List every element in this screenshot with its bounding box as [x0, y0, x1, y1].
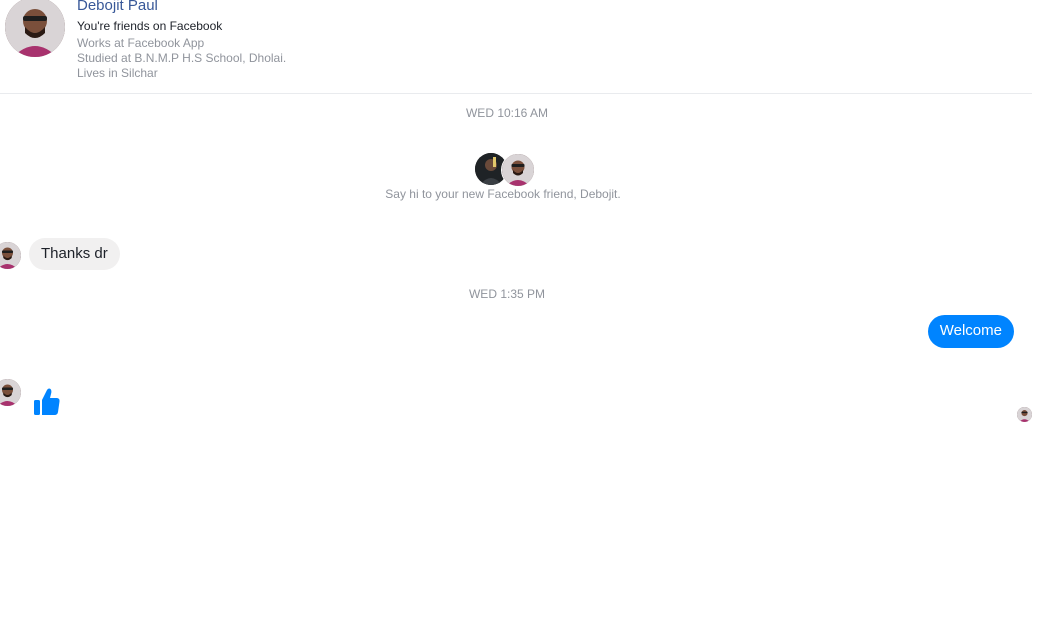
timestamp: WED 1:35 PM [468, 287, 546, 301]
profile-education: Studied at B.N.M.P H.S School, Dholai. [77, 51, 287, 65]
message-bubble-outgoing[interactable]: Welcome [927, 315, 1014, 348]
profile-avatar[interactable] [5, 0, 65, 57]
message-bubble-incoming[interactable]: Thanks dr [29, 238, 120, 270]
thumbs-up-icon[interactable] [33, 387, 61, 417]
friends-status: You're friends on Facebook [77, 19, 223, 33]
sender-avatar[interactable] [0, 242, 21, 269]
profile-work: Works at Facebook App [77, 36, 205, 50]
profile-name[interactable]: Debojit Paul [77, 0, 158, 14]
read-receipt-avatar [1017, 407, 1032, 422]
friend-avatar [501, 153, 535, 187]
timestamp: WED 10:16 AM [465, 106, 549, 120]
profile-location: Lives in Silchar [77, 66, 158, 80]
sender-avatar[interactable] [0, 379, 21, 406]
intro-text: Say hi to your new Facebook friend, Debo… [385, 187, 621, 201]
header-divider [0, 93, 1032, 94]
